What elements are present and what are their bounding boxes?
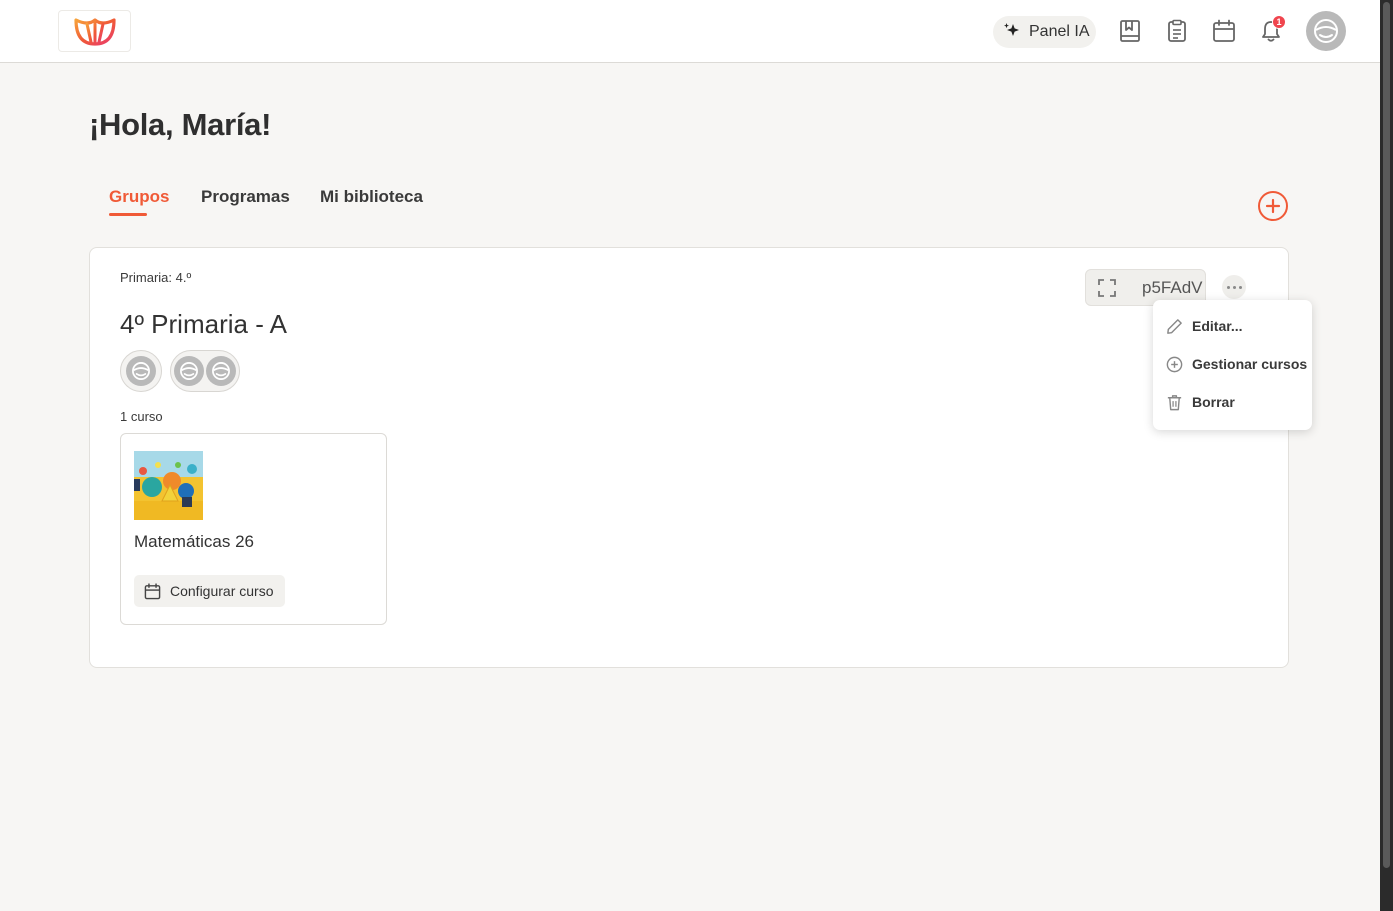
tab-grupos[interactable]: Grupos bbox=[109, 187, 169, 207]
group-card: Primaria: 4.º 4º Primaria - A 1 curso Ma… bbox=[89, 247, 1289, 668]
active-tab-indicator bbox=[109, 213, 147, 216]
tab-programas[interactable]: Programas bbox=[201, 187, 290, 207]
panel-ia-label: Panel IA bbox=[1029, 23, 1090, 40]
scrollbar-thumb[interactable] bbox=[1383, 2, 1390, 868]
course-count: 1 curso bbox=[120, 409, 163, 424]
app-logo[interactable] bbox=[58, 10, 131, 52]
fullscreen-icon bbox=[1097, 278, 1117, 303]
group-code: p5FAdV bbox=[1142, 278, 1203, 297]
panel-ia-button[interactable]: Panel IA bbox=[993, 16, 1096, 48]
avatar-face-icon bbox=[212, 362, 230, 380]
avatar bbox=[126, 356, 156, 386]
configure-course-button[interactable]: Configurar curso bbox=[134, 575, 285, 607]
group-options-menu: Editar... Gestionar cursos Borrar bbox=[1153, 300, 1312, 430]
notifications-button[interactable]: 1 bbox=[1259, 15, 1286, 43]
clipboard-icon[interactable] bbox=[1165, 19, 1189, 43]
tab-mi-biblioteca[interactable]: Mi biblioteca bbox=[320, 187, 423, 207]
group-level: Primaria: 4.º bbox=[120, 270, 192, 285]
group-title: 4º Primaria - A bbox=[120, 309, 287, 339]
menu-item-manage-courses[interactable]: Gestionar cursos bbox=[1165, 353, 1307, 375]
menu-item-label: Gestionar cursos bbox=[1192, 356, 1308, 372]
calendar-icon[interactable] bbox=[1212, 19, 1236, 43]
menu-item-edit[interactable]: Editar... bbox=[1165, 315, 1243, 337]
course-card[interactable]: Matemáticas 26 Configurar curso bbox=[120, 433, 387, 625]
avatar-face-icon bbox=[180, 362, 198, 380]
user-avatar[interactable] bbox=[1306, 11, 1346, 51]
menu-item-delete[interactable]: Borrar bbox=[1165, 391, 1235, 413]
more-dots-icon bbox=[1226, 285, 1230, 289]
more-options-button[interactable] bbox=[1222, 275, 1246, 299]
configure-course-label: Configurar curso bbox=[170, 583, 274, 599]
avatar-face-icon bbox=[1314, 19, 1338, 43]
trash-icon bbox=[1167, 394, 1182, 410]
page-title: ¡Hola, María! bbox=[89, 107, 272, 142]
course-thumbnail[interactable] bbox=[134, 451, 203, 520]
plus-circle-icon bbox=[1166, 356, 1183, 372]
page-scrollbar[interactable] bbox=[1380, 0, 1393, 911]
menu-item-label: Editar... bbox=[1192, 318, 1243, 334]
library-icon[interactable] bbox=[1118, 19, 1142, 43]
avatar bbox=[174, 356, 204, 386]
teacher-avatar[interactable] bbox=[120, 350, 162, 392]
students-avatars[interactable] bbox=[170, 350, 240, 392]
course-image bbox=[134, 451, 203, 520]
notification-badge: 1 bbox=[1272, 15, 1286, 29]
top-bar: Panel IA 1 bbox=[0, 0, 1380, 63]
sparkle-icon bbox=[1003, 22, 1021, 43]
avatar bbox=[206, 356, 236, 386]
menu-item-label: Borrar bbox=[1192, 394, 1235, 410]
add-group-button[interactable] bbox=[1258, 191, 1288, 221]
avatar-face-icon bbox=[132, 362, 150, 380]
logo-icon bbox=[73, 18, 116, 46]
pencil-icon bbox=[1167, 318, 1182, 334]
course-name[interactable]: Matemáticas 26 bbox=[134, 532, 254, 552]
plus-icon bbox=[1265, 198, 1281, 214]
calendar-icon bbox=[144, 582, 161, 599]
